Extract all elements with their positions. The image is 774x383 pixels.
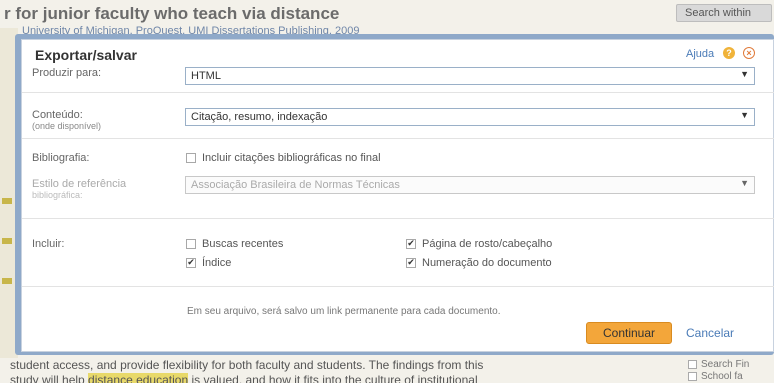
background-text-fragment: study will help — [10, 373, 89, 383]
content-select[interactable]: Citação, resumo, indexação ▼ — [185, 108, 755, 126]
dialog-title: Exportar/salvar — [35, 47, 137, 63]
filter-checkbox[interactable] — [688, 359, 697, 369]
citation-style-label-text: Estilo de referência — [32, 178, 127, 190]
filter-label: Search Fin — [701, 358, 750, 370]
cancel-button[interactable]: Cancelar — [686, 326, 734, 340]
checkbox-checked[interactable]: ✔ — [406, 239, 416, 249]
include-bibliography-checkbox[interactable]: Incluir citações bibliográficas no final — [186, 152, 381, 164]
divider — [22, 218, 774, 219]
content-value: Citação, resumo, indexação — [191, 111, 328, 123]
background-text-line: student access, and provide flexibility … — [10, 358, 484, 372]
include-title-page-checkbox[interactable]: ✔ Página de rosto/cabeçalho — [406, 238, 552, 250]
permanent-link-note: Em seu arquivo, será salvo um link perma… — [187, 306, 501, 317]
checkbox-checked[interactable]: ✔ — [406, 258, 416, 268]
include-index-checkbox[interactable]: ✔ Índice — [186, 257, 231, 269]
continue-button[interactable]: Continuar — [586, 322, 672, 344]
divider — [22, 138, 774, 139]
filter-row[interactable]: School fa — [688, 370, 774, 382]
search-term-highlight: distance education — [88, 373, 189, 383]
background-text-line: study will help distance education is va… — [10, 373, 610, 383]
include-option-label: Buscas recentes — [202, 238, 284, 250]
close-icon[interactable]: × — [743, 47, 755, 59]
include-bibliography-label: Incluir citações bibliográficas no final — [202, 152, 381, 164]
filter-label: School fa — [701, 370, 743, 382]
background-filter-panel: Search Fin School fa — [688, 358, 774, 383]
include-option-label: Índice — [202, 257, 232, 269]
background-page-title: r for junior faculty who teach via dista… — [4, 4, 340, 23]
citation-style-label: Estilo de referência bibliográfica: — [32, 178, 126, 200]
help-link[interactable]: Ajuda — [686, 48, 714, 60]
content-label: Conteúdo: (onde disponível) — [32, 109, 101, 131]
export-save-dialog: Exportar/salvar Ajuda ? × Produzir para:… — [21, 39, 774, 352]
bibliography-label: Bibliografia: — [32, 152, 90, 164]
checkbox-unchecked[interactable] — [186, 239, 196, 249]
divider — [22, 92, 774, 93]
background-text-fragment: is valued, and how it fits into the cult… — [188, 373, 478, 383]
filter-row[interactable]: Search Fin — [688, 358, 774, 370]
include-label: Incluir: — [32, 238, 65, 250]
include-option-label: Numeração do documento — [422, 257, 552, 269]
checkbox-checked[interactable]: ✔ — [186, 258, 196, 268]
chevron-down-icon: ▼ — [740, 110, 749, 120]
include-recent-searches-checkbox[interactable]: Buscas recentes — [186, 238, 283, 250]
include-option-label: Página de rosto/cabeçalho — [422, 238, 553, 250]
divider — [22, 286, 774, 287]
include-document-numbering-checkbox[interactable]: ✔ Numeração do documento — [406, 257, 552, 269]
produce-for-label: Produzir para: — [32, 67, 102, 79]
produce-for-select[interactable]: HTML ▼ — [185, 67, 755, 85]
chevron-down-icon: ▼ — [740, 178, 749, 188]
filter-checkbox[interactable] — [688, 371, 697, 381]
produce-for-value: HTML — [191, 70, 221, 82]
content-sublabel: (onde disponível) — [32, 121, 102, 131]
content-label-text: Conteúdo: — [32, 109, 83, 121]
citation-style-value: Associação Brasileira de Normas Técnicas — [191, 179, 400, 191]
background-search-button[interactable]: Search within — [676, 4, 772, 22]
citation-style-select[interactable]: Associação Brasileira de Normas Técnicas… — [185, 176, 755, 194]
citation-style-sublabel: bibliográfica: — [32, 190, 83, 200]
help-icon[interactable]: ? — [723, 47, 735, 59]
chevron-down-icon: ▼ — [740, 69, 749, 79]
checkbox-unchecked[interactable] — [186, 153, 196, 163]
